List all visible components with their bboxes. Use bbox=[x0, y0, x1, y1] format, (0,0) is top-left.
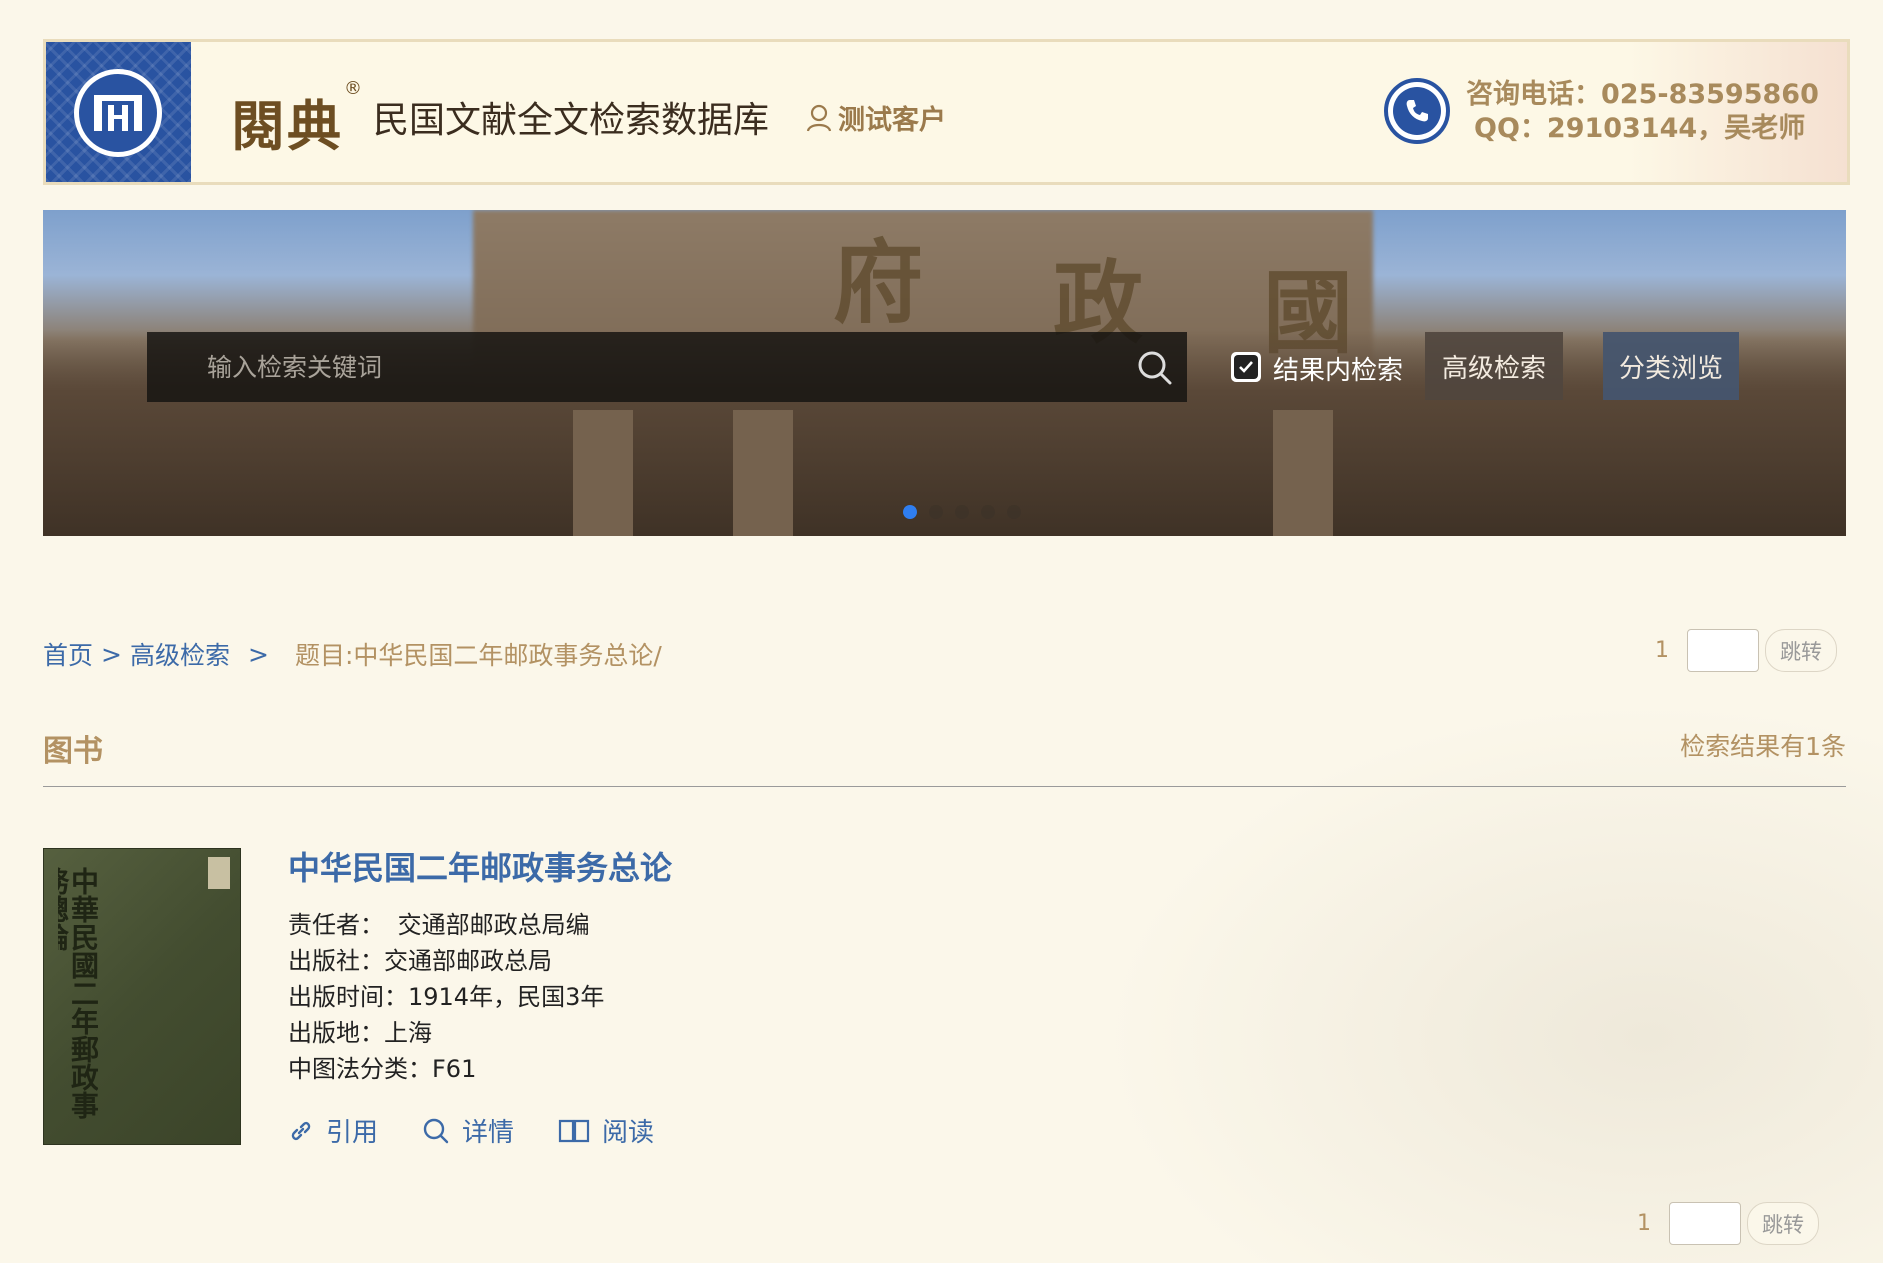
book-cover[interactable]: 中華民國二年郵政事務總論 bbox=[43, 848, 241, 1145]
user-name: 测试客户 bbox=[838, 105, 946, 136]
cite-label: 引用 bbox=[326, 1118, 379, 1148]
within-results-label[interactable]: 结果内检索 bbox=[1273, 350, 1403, 387]
pager-top: 1 跳转 bbox=[1655, 629, 1837, 672]
contact-phone: 咨询电话：025-83595860 bbox=[1466, 79, 1819, 110]
site-header: 閱典 ® 民国文献全文检索数据库 测试客户 咨询电话：025-83595860 … bbox=[43, 39, 1850, 185]
breadcrumb-advanced[interactable]: 高级检索 bbox=[130, 636, 230, 672]
breadcrumb: 首页 > 高级检索 > 题目:中华民国二年邮政事务总论/ bbox=[43, 636, 662, 672]
result-actions: 引用 详情 阅读 bbox=[288, 1112, 654, 1149]
carousel-dot[interactable] bbox=[929, 505, 943, 519]
result-title[interactable]: 中华民国二年邮政事务总论 bbox=[288, 843, 672, 889]
breadcrumb-separator: > bbox=[101, 639, 122, 669]
carousel-dot[interactable] bbox=[1007, 505, 1021, 519]
user-icon bbox=[806, 104, 832, 131]
background-decoration bbox=[1100, 700, 1883, 1263]
search-icon bbox=[423, 1118, 449, 1143]
carousel-dot[interactable] bbox=[981, 505, 995, 519]
search-bar bbox=[147, 332, 1187, 402]
carousel-dots bbox=[903, 505, 1021, 519]
page-jump-button[interactable]: 跳转 bbox=[1765, 629, 1837, 672]
detail-label: 详情 bbox=[462, 1118, 515, 1148]
result-count: 检索结果有1条 bbox=[1680, 732, 1846, 761]
advanced-search-button[interactable]: 高级检索 bbox=[1425, 332, 1563, 400]
checkmark-icon bbox=[1239, 361, 1253, 373]
search-input[interactable] bbox=[207, 332, 1107, 402]
cover-label bbox=[208, 857, 230, 889]
section-title: 图书 bbox=[43, 734, 103, 769]
user-account[interactable]: 测试客户 bbox=[806, 98, 946, 137]
brand-logotype: 閱典 bbox=[231, 94, 343, 158]
meta-classification: 中图法分类：F61 bbox=[288, 1055, 477, 1083]
read-button[interactable]: 阅读 bbox=[558, 1112, 654, 1149]
contact-info: 咨询电话：025-83595860 QQ：29103144，吴老师 bbox=[1466, 78, 1819, 146]
meta-pub-date: 出版时间：1914年，民国3年 bbox=[288, 983, 605, 1011]
registered-mark: ® bbox=[344, 78, 362, 99]
logo[interactable] bbox=[46, 42, 191, 182]
search-banner: 府 政 國 结果内检索 高级检索 分类浏览 bbox=[43, 210, 1846, 536]
read-label: 阅读 bbox=[602, 1118, 655, 1148]
breadcrumb-home[interactable]: 首页 bbox=[43, 636, 93, 672]
cover-title: 中華民國二年郵政事務總論 bbox=[58, 867, 98, 1119]
page-number: 1 bbox=[1655, 638, 1669, 663]
cite-button[interactable]: 引用 bbox=[288, 1112, 378, 1149]
divider bbox=[43, 786, 1846, 787]
page-number: 1 bbox=[1637, 1211, 1651, 1236]
breadcrumb-separator: > bbox=[247, 639, 269, 669]
carousel-dot[interactable] bbox=[903, 505, 917, 519]
book-icon bbox=[558, 1119, 590, 1142]
database-title: 民国文献全文检索数据库 bbox=[373, 100, 770, 141]
link-icon bbox=[291, 1121, 311, 1140]
meta-author: 责任者： 交通部邮政总局编 bbox=[288, 911, 590, 939]
page-jump-button[interactable]: 跳转 bbox=[1747, 1202, 1819, 1245]
contact-qq: QQ：29103144，吴老师 bbox=[1474, 113, 1806, 144]
search-icon[interactable] bbox=[1137, 350, 1173, 386]
pager-bottom: 1 跳转 bbox=[1637, 1202, 1819, 1245]
category-browse-button[interactable]: 分类浏览 bbox=[1603, 332, 1739, 400]
carousel-dot[interactable] bbox=[955, 505, 969, 519]
meta-pub-place: 出版地：上海 bbox=[288, 1019, 432, 1047]
page-jump-input[interactable] bbox=[1669, 1202, 1741, 1245]
meta-publisher: 出版社：交通部邮政总局 bbox=[288, 947, 552, 975]
logo-emblem-icon bbox=[74, 69, 162, 157]
detail-button[interactable]: 详情 bbox=[422, 1112, 514, 1149]
within-results-checkbox[interactable] bbox=[1231, 352, 1261, 382]
phone-icon bbox=[1384, 78, 1450, 144]
breadcrumb-current: 题目:中华民国二年邮政事务总论/ bbox=[294, 641, 662, 670]
page-jump-input[interactable] bbox=[1687, 629, 1759, 672]
